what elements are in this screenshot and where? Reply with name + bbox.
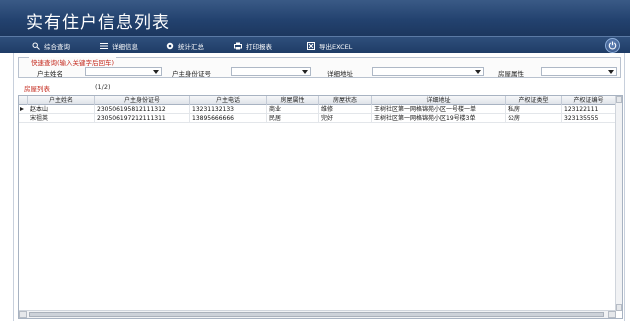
grid-header: 户主姓名 户主身份证号 户主电话 房屋属性 房屋状态 详细地址 产权证类型 产权…: [19, 96, 616, 105]
column-header-owner-phone[interactable]: 户主电话: [190, 96, 267, 105]
print-icon: [234, 42, 242, 49]
export-excel-button-label: 导出EXCEL: [319, 42, 353, 51]
quick-search-panel: 快速查询(输入关键字后回车) 户主姓名 户主身份证号 详细地址 房屋属性: [18, 57, 621, 78]
title-bar: 实有住户信息列表: [0, 0, 630, 36]
cell-house-type[interactable]: 民居: [267, 114, 319, 123]
column-header-house-status[interactable]: 房屋状态: [319, 96, 372, 105]
owner-name-label: 户主姓名: [37, 70, 63, 78]
chevron-down-icon[interactable]: [473, 69, 482, 74]
scroll-right-icon[interactable]: [608, 311, 616, 318]
house-type-label: 房屋属性: [498, 70, 524, 78]
cell-property-type[interactable]: 私房: [506, 105, 562, 114]
house-list-title: 房屋列表: [24, 85, 50, 93]
scroll-left-icon[interactable]: [19, 311, 27, 318]
page-indicator: (1/2): [95, 83, 111, 91]
list-icon: [100, 42, 108, 49]
vertical-scrollbar[interactable]: [615, 96, 622, 311]
search-button[interactable]: 综合查询: [32, 39, 70, 52]
export-excel-button[interactable]: 导出EXCEL: [307, 39, 352, 52]
scroll-up-icon[interactable]: [616, 96, 622, 103]
cell-address[interactable]: 王树社区第一网格锦苑小区19号楼3单: [372, 114, 506, 123]
cell-property-type[interactable]: 公房: [506, 114, 562, 123]
table-row[interactable]: 赵本山 230506195812111312 13231132133 商业 维修…: [19, 105, 616, 114]
power-button[interactable]: [605, 38, 620, 53]
export-icon: [307, 41, 315, 50]
house-list-grid[interactable]: 户主姓名 户主身份证号 户主电话 房屋属性 房屋状态 详细地址 产权证类型 产权…: [18, 95, 623, 319]
owner-id-combo[interactable]: [231, 67, 311, 76]
chevron-down-icon[interactable]: [300, 69, 309, 74]
column-header-house-type[interactable]: 房屋属性: [267, 96, 319, 105]
cell-owner-name[interactable]: 赵本山: [28, 105, 95, 114]
cell-owner-name[interactable]: 宋祖英: [28, 114, 95, 123]
cell-address[interactable]: 王树社区第一网格锦苑小区一号楼一单: [372, 105, 506, 114]
chevron-down-icon[interactable]: [606, 69, 615, 74]
main-content: 快速查询(输入关键字后回车) 户主姓名 户主身份证号 详细地址 房屋属性 房屋列…: [13, 53, 625, 321]
cell-house-status[interactable]: 维修: [319, 105, 372, 114]
quick-search-legend: 快速查询(输入关键字后回车): [29, 57, 117, 67]
table-row[interactable]: 宋祖英 230506197212111311 13895666666 民居 完好…: [19, 114, 616, 123]
details-button-label: 详细信息: [112, 42, 138, 51]
address-combo[interactable]: [372, 67, 484, 76]
column-header-owner-name[interactable]: 户主姓名: [28, 96, 95, 105]
power-icon: [608, 41, 617, 50]
cell-property-number[interactable]: 123122111: [562, 105, 616, 114]
column-header-property-number[interactable]: 产权证编号: [562, 96, 616, 105]
owner-id-label: 户主身份证号: [172, 70, 211, 78]
cell-owner-phone[interactable]: 13231132133: [190, 105, 267, 114]
cell-owner-id[interactable]: 230506195812111312: [95, 105, 190, 114]
cell-owner-id[interactable]: 230506197212111311: [95, 114, 190, 123]
statistics-button[interactable]: 统计汇总: [166, 39, 204, 52]
toolbar: 综合查询 详细信息 统计汇总 打印报表 导出EXCEL: [0, 36, 630, 53]
address-label: 详细地址: [327, 70, 353, 78]
horizontal-scroll-thumb[interactable]: [29, 312, 604, 317]
circle-icon: [166, 42, 174, 49]
current-row-icon: [20, 107, 24, 111]
owner-name-combo[interactable]: [85, 67, 162, 76]
column-header-property-type[interactable]: 产权证类型: [506, 96, 562, 105]
row-marker-header: [19, 96, 28, 105]
column-header-owner-id[interactable]: 户主身份证号: [95, 96, 190, 105]
search-button-label: 综合查询: [44, 42, 70, 51]
cell-house-type[interactable]: 商业: [267, 105, 319, 114]
scroll-down-icon[interactable]: [616, 304, 622, 311]
chevron-down-icon[interactable]: [151, 69, 160, 74]
print-button[interactable]: 打印报表: [234, 39, 272, 52]
print-button-label: 打印报表: [246, 42, 272, 51]
column-header-address[interactable]: 详细地址: [372, 96, 506, 105]
statistics-button-label: 统计汇总: [178, 42, 204, 51]
cell-house-status[interactable]: 完好: [319, 114, 372, 123]
search-icon: [32, 42, 40, 50]
horizontal-scrollbar[interactable]: [19, 310, 616, 318]
details-button[interactable]: 详细信息: [100, 39, 138, 52]
cell-owner-phone[interactable]: 13895666666: [190, 114, 267, 123]
window-title: 实有住户信息列表: [26, 13, 170, 33]
cell-property-number[interactable]: 323135555: [562, 114, 616, 123]
house-type-combo[interactable]: [541, 67, 617, 76]
